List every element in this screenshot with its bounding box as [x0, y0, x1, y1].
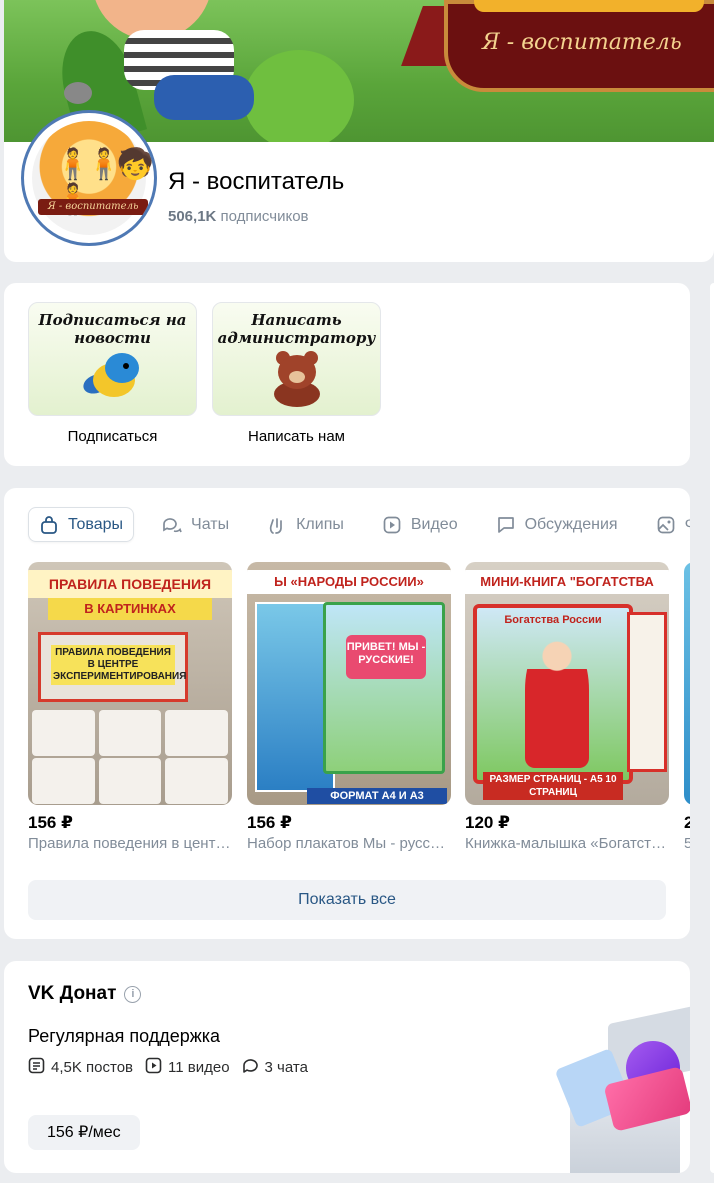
product-image-header: МИНИ-КНИГА "БОГАТСТВА — [465, 570, 669, 594]
action-buttons-card: Подписаться на новости Подписаться Напис… — [4, 283, 690, 466]
subscribe-label[interactable]: Подписаться — [28, 428, 197, 445]
donut-title: VK Донат — [28, 983, 117, 1004]
video-icon — [145, 1057, 162, 1078]
subscribers-label: подписчиков — [220, 208, 309, 225]
tab-products[interactable]: Товары — [28, 507, 135, 542]
chats-icon — [162, 515, 182, 535]
product-image-footer: ФОРМАТ А4 И А3 — [307, 788, 447, 804]
product-card[interactable]: 2 5 — [684, 562, 690, 852]
tab-photos-label: Ф — [685, 516, 690, 534]
show-all-button[interactable]: Показать все — [28, 880, 666, 920]
product-title[interactable]: Книжка-малышка «Богатства России» — [465, 835, 669, 852]
cover-banner-text: Я - воспитатель — [482, 30, 682, 55]
product-title[interactable]: Набор плакатов Мы - русские — [247, 835, 451, 852]
tab-discussions[interactable]: Обсуждения — [486, 507, 628, 542]
video-icon — [382, 515, 402, 535]
section-tabs: Товары Чаты Клипы Видео Обсуждения — [28, 507, 690, 543]
tab-discussions-label: Обсуждения — [524, 515, 618, 533]
product-price: 156 ₽ — [247, 813, 292, 832]
product-price: 156 ₽ — [28, 813, 73, 832]
tab-chats[interactable]: Чаты — [152, 507, 239, 542]
product-price: 120 ₽ — [465, 813, 510, 832]
info-icon[interactable]: i — [124, 985, 142, 1003]
product-card[interactable]: Ы «НАРОДЫ РОССИИ» ПРИВЕТ! МЫ - РУССКИЕ! … — [247, 562, 451, 852]
subscribers-number: 506,1K — [168, 208, 217, 225]
product-image-header: Ы «НАРОДЫ РОССИИ» — [247, 570, 451, 594]
product-title[interactable]: 5 — [684, 835, 690, 852]
gift-box-illustration — [554, 1005, 690, 1173]
avatar-ribbon-text: Я - воспитатель — [47, 201, 139, 212]
message-tile-title: Написать администратору — [217, 311, 376, 347]
group-header: Я - воспитатель 🧍🧍🧒🧍 Я - воспитатель Я -… — [4, 0, 714, 262]
donut-price-button[interactable]: 156 ₽/мес — [28, 1115, 140, 1150]
tab-photos[interactable]: Ф — [646, 507, 690, 542]
product-price: 2 — [684, 813, 690, 832]
next-card-edge — [710, 283, 714, 1173]
chat-count: 3 чата — [264, 1059, 308, 1076]
message-label[interactable]: Написать нам — [212, 428, 381, 445]
shop-card: Товары Чаты Клипы Видео Обсуждения ПРАВИ… — [4, 488, 690, 939]
tab-chats-label: Чаты — [191, 515, 230, 533]
tab-video-label: Видео — [410, 515, 458, 533]
bag-icon — [39, 515, 59, 535]
product-title[interactable]: Правила поведения в центре экспериментир… — [28, 835, 232, 852]
product-image-caption: Богатства России — [504, 614, 602, 626]
group-avatar[interactable]: 🧍🧍🧒🧍 Я - воспитатель — [21, 110, 157, 246]
product-card[interactable]: ПРАВИЛА ПОВЕДЕНИЯ В КАРТИНКАХ ПРАВИЛА ПО… — [28, 562, 232, 852]
product-image-footer: РАЗМЕР СТРАНИЦ - А5 10 СТРАНИЦ — [483, 772, 623, 800]
donut-title-row: VK Донат i — [28, 983, 142, 1005]
product-image[interactable] — [684, 562, 690, 805]
clips-icon — [267, 515, 287, 535]
product-image-caption: ПРИВЕТ! МЫ - РУССКИЕ! — [346, 635, 426, 679]
message-tile[interactable]: Написать администратору — [212, 302, 381, 416]
product-image[interactable]: МИНИ-КНИГА "БОГАТСТВА Богатства России Р… — [465, 562, 669, 805]
posts-stat: 4,5K постов — [28, 1057, 133, 1078]
message-action[interactable]: Написать администратору Написать нам — [212, 302, 381, 445]
tab-clips[interactable]: Клипы — [257, 507, 354, 542]
product-image-caption: ПРАВИЛА ПОВЕДЕНИЯ В ЦЕНТРЕ ЭКСПЕРИМЕНТИР… — [51, 645, 186, 685]
photo-icon — [656, 515, 676, 535]
bird-icon — [80, 353, 143, 407]
vk-donut-card: VK Донат i Регулярная поддержка 4,5K пос… — [4, 961, 690, 1173]
discussion-icon — [496, 515, 516, 535]
tab-products-label: Товары — [68, 515, 124, 533]
chat-icon — [242, 1057, 259, 1078]
product-card[interactable]: МИНИ-КНИГА "БОГАТСТВА Богатства России Р… — [465, 562, 669, 852]
donut-subtitle: Регулярная поддержка — [28, 1026, 221, 1046]
product-image-header: ПРАВИЛА ПОВЕДЕНИЯ — [28, 570, 232, 598]
bear-icon — [268, 351, 326, 407]
posts-icon — [28, 1057, 45, 1078]
tab-clips-label: Клипы — [296, 515, 344, 533]
donut-stats: 4,5K постов 11 видео 3 чата — [28, 1057, 308, 1078]
video-stat: 11 видео — [145, 1057, 230, 1078]
product-image[interactable]: ПРАВИЛА ПОВЕДЕНИЯ В КАРТИНКАХ ПРАВИЛА ПО… — [28, 562, 232, 805]
chat-stat: 3 чата — [242, 1057, 308, 1078]
subscribe-tile-title: Подписаться на новости — [38, 311, 187, 347]
product-image[interactable]: Ы «НАРОДЫ РОССИИ» ПРИВЕТ! МЫ - РУССКИЕ! … — [247, 562, 451, 805]
tab-video[interactable]: Видео — [372, 507, 468, 542]
product-image-header2: В КАРТИНКАХ — [48, 598, 212, 620]
subscribe-tile[interactable]: Подписаться на новости — [28, 302, 197, 416]
video-count: 11 видео — [168, 1059, 230, 1076]
subscribe-action[interactable]: Подписаться на новости Подписаться — [28, 302, 197, 445]
products-carousel: ПРАВИЛА ПОВЕДЕНИЯ В КАРТИНКАХ ПРАВИЛА ПО… — [28, 562, 690, 862]
subscribers-count[interactable]: 506,1K подписчиков — [168, 208, 309, 225]
group-name: Я - воспитатель — [168, 168, 345, 195]
posts-count: 4,5K постов — [51, 1059, 134, 1076]
